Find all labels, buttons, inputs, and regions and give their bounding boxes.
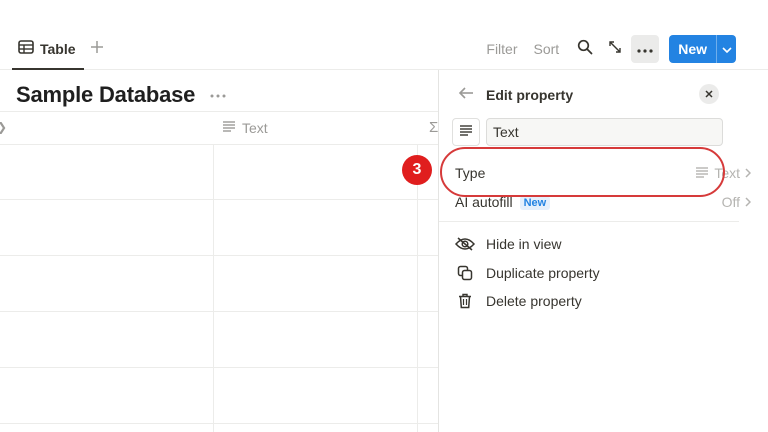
expand-button[interactable] bbox=[601, 35, 629, 63]
duplicate-property-button[interactable]: Duplicate property bbox=[439, 259, 768, 287]
ai-autofill-label: AI autofill New bbox=[455, 193, 551, 211]
type-value-label: Text bbox=[714, 165, 740, 181]
panel-title: Edit property bbox=[486, 87, 574, 103]
database-toolbar: Table Filter Sort New bbox=[0, 30, 768, 70]
table-row[interactable] bbox=[0, 145, 438, 200]
expand-icon bbox=[607, 39, 623, 60]
more-horizontal-icon bbox=[210, 85, 226, 103]
step-number-badge: 3 bbox=[402, 155, 432, 185]
close-button[interactable] bbox=[699, 84, 719, 104]
delete-property-button[interactable]: Delete property bbox=[439, 287, 768, 315]
text-lines-icon bbox=[222, 119, 236, 137]
search-icon bbox=[577, 39, 593, 60]
filter-button[interactable]: Filter bbox=[482, 41, 521, 57]
add-view-button[interactable] bbox=[86, 38, 108, 60]
table-header-row: ❯ Text Σ bbox=[0, 111, 438, 145]
search-button[interactable] bbox=[571, 35, 599, 63]
database-title[interactable]: Sample Database bbox=[16, 82, 195, 108]
hide-in-view-label: Hide in view bbox=[486, 236, 562, 252]
arrow-left-icon bbox=[458, 86, 474, 105]
ai-autofill-text: AI autofill bbox=[455, 193, 513, 210]
type-value: Text bbox=[695, 165, 752, 181]
database-table: ❯ Text Σ bbox=[0, 111, 438, 432]
duplicate-property-label: Duplicate property bbox=[486, 265, 600, 281]
new-dropdown-button[interactable] bbox=[716, 35, 736, 63]
text-lines-icon bbox=[459, 123, 473, 141]
close-icon bbox=[705, 85, 713, 103]
formula-sigma-icon[interactable]: Σ bbox=[429, 119, 438, 136]
back-button[interactable] bbox=[455, 84, 477, 106]
column-header-label: Text bbox=[242, 120, 268, 136]
new-button-group: New bbox=[669, 35, 736, 63]
table-row[interactable] bbox=[0, 201, 438, 256]
new-badge: New bbox=[519, 196, 551, 211]
type-label: Type bbox=[455, 165, 486, 181]
new-button[interactable]: New bbox=[669, 35, 716, 63]
view-tab-table[interactable]: Table bbox=[12, 30, 84, 70]
toolbar-actions: Filter Sort New bbox=[482, 35, 736, 63]
more-options-button[interactable] bbox=[631, 35, 660, 63]
panel-divider bbox=[439, 221, 739, 222]
delete-property-label: Delete property bbox=[486, 293, 582, 309]
chevron-right-icon bbox=[745, 165, 752, 181]
trash-icon bbox=[455, 291, 475, 311]
database-options-button[interactable] bbox=[208, 84, 228, 104]
ai-autofill-value: Off bbox=[721, 194, 752, 210]
ai-autofill-value-label: Off bbox=[721, 194, 740, 210]
column-header-text[interactable]: Text bbox=[222, 112, 268, 144]
chevron-right-icon bbox=[745, 194, 752, 210]
property-icon-button[interactable] bbox=[452, 118, 480, 146]
table-icon bbox=[18, 39, 34, 59]
ai-autofill-row[interactable]: AI autofill New Off bbox=[439, 188, 768, 216]
sort-button[interactable]: Sort bbox=[530, 41, 564, 57]
type-row[interactable]: Type Text bbox=[439, 159, 768, 187]
plus-icon bbox=[90, 40, 104, 59]
edit-property-panel: Edit property Type Text AI autofill New O… bbox=[438, 70, 768, 432]
property-name-input[interactable] bbox=[486, 118, 723, 146]
view-tab-label: Table bbox=[40, 41, 76, 57]
column-divider bbox=[213, 145, 214, 432]
column-divider bbox=[417, 145, 418, 432]
table-row[interactable] bbox=[0, 257, 438, 312]
hide-in-view-button[interactable]: Hide in view bbox=[439, 230, 768, 258]
text-lines-icon bbox=[695, 165, 709, 181]
chevron-down-icon bbox=[721, 40, 732, 58]
column-edge-mark: ❯ bbox=[0, 120, 7, 134]
table-row[interactable] bbox=[0, 313, 438, 368]
table-row[interactable] bbox=[0, 369, 438, 424]
more-horizontal-icon bbox=[637, 40, 653, 58]
eye-off-icon bbox=[455, 234, 475, 254]
duplicate-icon bbox=[455, 263, 475, 283]
